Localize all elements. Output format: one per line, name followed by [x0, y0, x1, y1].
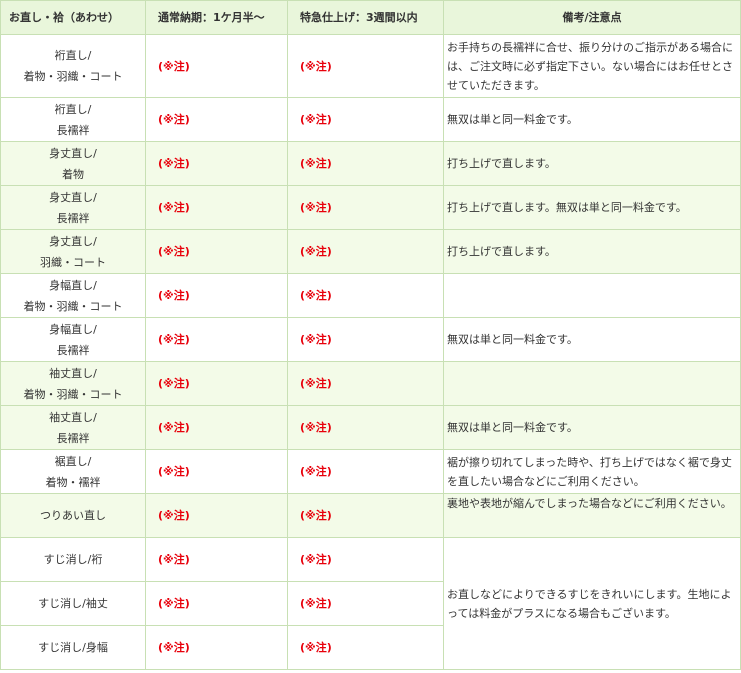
item-line2: 長襦袢 [56, 123, 90, 137]
item-line2: 着物・羽織・コート [23, 70, 123, 83]
table-row: すじ消し/裄 (※注) (※注) お直しなどによりできるすじをきれいにします。生… [0, 538, 741, 670]
table-row: 袖丈直し/長襦袢 (※注) (※注) 無双は単と同一料金です。 [0, 406, 741, 450]
item-line1: 裾直し/ [54, 454, 92, 468]
express-price-note: (※注) [288, 142, 444, 186]
normal-price-note: (※注) [146, 538, 288, 582]
item-cell: 身幅直し/長襦袢 [0, 318, 146, 362]
item-line1: すじ消し/身幅 [38, 641, 108, 654]
normal-price-note: (※注) [146, 35, 288, 98]
normal-price-note: (※注) [146, 142, 288, 186]
express-price-note: (※注) [288, 274, 444, 318]
item-line1: つりあい直し [40, 509, 106, 522]
remark: 裾が擦り切れてしまった時や、打ち上げではなく裾で身丈を直したい場合などにご利用く… [444, 450, 741, 494]
remark [444, 362, 741, 406]
header-normal-delivery: 通常納期：1ケ月半～ [146, 0, 288, 35]
table-row: 身丈直し/着物 (※注) (※注) 打ち上げで直します。 [0, 142, 741, 186]
header-notes: 備考/注意点 [444, 0, 741, 35]
express-price-note: (※注) [288, 186, 444, 230]
express-price-note: (※注) [288, 362, 444, 406]
item-line1: 身丈直し/ [49, 234, 97, 248]
item-line2: 着物 [62, 167, 84, 181]
item-cell: 身丈直し/羽織・コート [0, 230, 146, 274]
item-cell: 袖丈直し/着物・羽織・コート [0, 362, 146, 406]
item-cell: 身幅直し/着物・羽織・コート [0, 274, 146, 318]
express-price-note: (※注) [288, 98, 444, 142]
normal-price-note: (※注) [146, 274, 288, 318]
item-cell: すじ消し/裄 [0, 538, 146, 582]
item-line1: 袖丈直し/ [49, 366, 97, 380]
table-row: 裄直し/着物・羽織・コート (※注) (※注) お手持ちの長襦袢に合せ、振り分け… [0, 35, 741, 98]
express-price-note: (※注) [288, 582, 444, 626]
item-line2: 着物・襦袢 [45, 475, 101, 489]
item-line2: 長襦袢 [56, 343, 90, 357]
price-table: お直し・袷（あわせ） 通常納期：1ケ月半～ 特急仕上げ：3週間以内 備考/注意点… [0, 0, 741, 670]
express-price-note: (※注) [288, 538, 444, 582]
item-line1: 身幅直し/ [49, 322, 97, 336]
header-item: お直し・袷（あわせ） [0, 0, 146, 35]
normal-price-note: (※注) [146, 230, 288, 274]
item-cell: すじ消し/身幅 [0, 626, 146, 670]
item-line1: 身丈直し/ [49, 146, 97, 160]
item-line2: 羽織・コート [40, 255, 106, 269]
normal-price-note: (※注) [146, 98, 288, 142]
remark: 無双は単と同一料金です。 [444, 98, 741, 142]
remark: 無双は単と同一料金です。 [444, 318, 741, 362]
item-cell: 身丈直し/着物 [0, 142, 146, 186]
express-price-note: (※注) [288, 406, 444, 450]
normal-price-note: (※注) [146, 626, 288, 670]
item-cell: つりあい直し [0, 494, 146, 538]
table-row: つりあい直し (※注) (※注) 裏地や表地が縮んでしまった場合などにご利用くだ… [0, 494, 741, 538]
remark: 打ち上げで直します。 [444, 142, 741, 186]
express-price-note: (※注) [288, 626, 444, 670]
item-line2: 長襦袢 [56, 211, 90, 225]
item-line1: すじ消し/袖丈 [38, 597, 108, 610]
item-cell: 裄直し/着物・羽織・コート [0, 35, 146, 98]
express-price-note: (※注) [288, 35, 444, 98]
remark: 無双は単と同一料金です。 [444, 406, 741, 450]
normal-price-note: (※注) [146, 186, 288, 230]
item-cell: 袖丈直し/長襦袢 [0, 406, 146, 450]
table-row: 袖丈直し/着物・羽織・コート (※注) (※注) [0, 362, 741, 406]
normal-price-note: (※注) [146, 406, 288, 450]
table-row: 身幅直し/長襦袢 (※注) (※注) 無双は単と同一料金です。 [0, 318, 741, 362]
express-price-note: (※注) [288, 494, 444, 538]
normal-price-note: (※注) [146, 450, 288, 494]
item-line2: 着物・羽織・コート [23, 299, 123, 313]
item-cell: 裄直し/長襦袢 [0, 98, 146, 142]
remark: 打ち上げで直します。無双は単と同一料金です。 [444, 186, 741, 230]
express-price-note: (※注) [288, 450, 444, 494]
item-line1: 袖丈直し/ [49, 410, 97, 424]
remark [444, 274, 741, 318]
item-line1: 身丈直し/ [49, 190, 97, 204]
item-line2: 着物・羽織・コート [23, 387, 123, 401]
table-row: 身幅直し/着物・羽織・コート (※注) (※注) [0, 274, 741, 318]
remark: 裏地や表地が縮んでしまった場合などにご利用ください。 [444, 494, 741, 538]
remark: お手持ちの長襦袢に合せ、振り分けのご指示がある場合には、ご注文時に必ず指定下さい… [444, 35, 741, 98]
normal-price-note: (※注) [146, 494, 288, 538]
item-cell: すじ消し/袖丈 [0, 582, 146, 626]
table-row: 身丈直し/長襦袢 (※注) (※注) 打ち上げで直します。無双は単と同一料金です… [0, 186, 741, 230]
item-line1: 裄直し/ [54, 102, 92, 116]
table-row: 裾直し/着物・襦袢 (※注) (※注) 裾が擦り切れてしまった時や、打ち上げでは… [0, 450, 741, 494]
normal-price-note: (※注) [146, 362, 288, 406]
header-express: 特急仕上げ：3週間以内 [288, 0, 444, 35]
item-line1: 身幅直し/ [49, 278, 97, 292]
remark: 打ち上げで直します。 [444, 230, 741, 274]
normal-price-note: (※注) [146, 582, 288, 626]
table-row: 身丈直し/羽織・コート (※注) (※注) 打ち上げで直します。 [0, 230, 741, 274]
item-cell: 裾直し/着物・襦袢 [0, 450, 146, 494]
item-line1: すじ消し/裄 [43, 553, 103, 566]
table-header-row: お直し・袷（あわせ） 通常納期：1ケ月半～ 特急仕上げ：3週間以内 備考/注意点 [0, 0, 741, 35]
express-price-note: (※注) [288, 318, 444, 362]
item-cell: 身丈直し/長襦袢 [0, 186, 146, 230]
normal-price-note: (※注) [146, 318, 288, 362]
item-line1: 裄直し/ [54, 49, 92, 62]
remark-merged: お直しなどによりできるすじをきれいにします。生地によっては料金がプラスになる場合… [444, 538, 741, 670]
item-line2: 長襦袢 [56, 431, 90, 445]
express-price-note: (※注) [288, 230, 444, 274]
table-row: 裄直し/長襦袢 (※注) (※注) 無双は単と同一料金です。 [0, 98, 741, 142]
